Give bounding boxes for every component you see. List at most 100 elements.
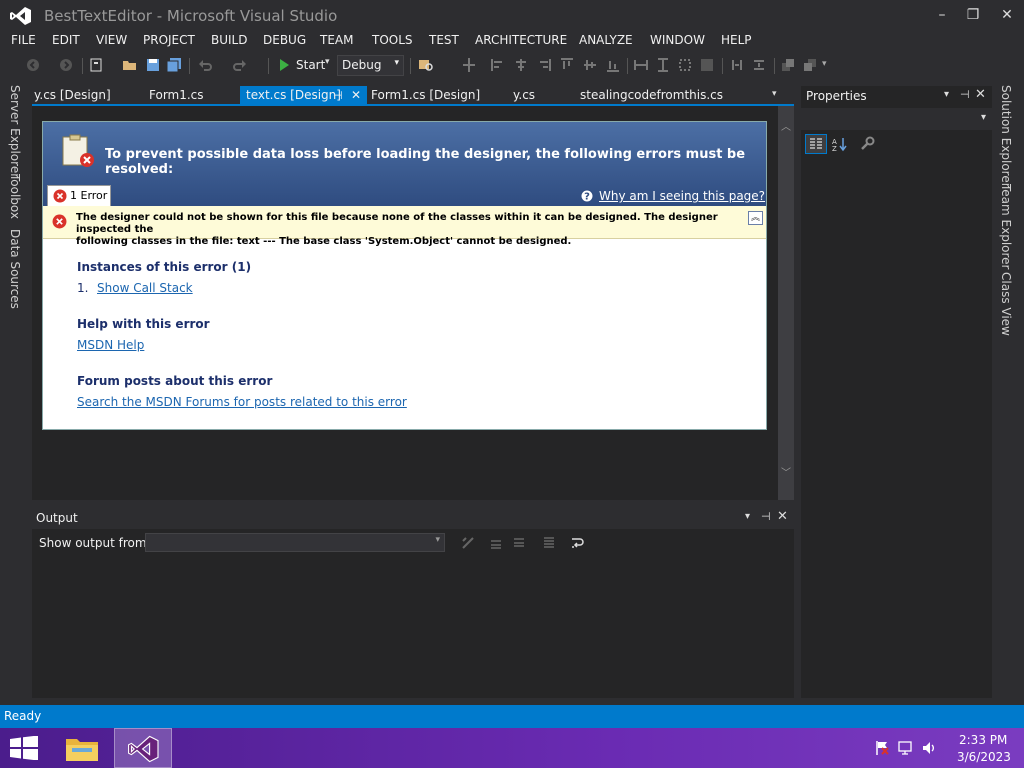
start-dropdown-arrow-icon[interactable]: ▾ [325, 57, 330, 67]
align-centers-icon[interactable] [513, 57, 529, 73]
start-button[interactable]: Start [296, 58, 325, 72]
redo-icon[interactable] [232, 57, 248, 73]
action-center-flag-icon[interactable] [874, 740, 890, 756]
close-panel-icon[interactable]: ✕ [777, 509, 788, 524]
panel-menu-icon[interactable]: ▾ [745, 511, 750, 522]
msdn-forums-link[interactable]: Search the MSDN Forums for posts related… [77, 395, 407, 409]
close-panel-icon[interactable]: ✕ [975, 87, 986, 102]
menu-analyze[interactable]: ANALYZE [579, 32, 633, 52]
volume-icon[interactable] [921, 740, 937, 756]
tab-form1-cs[interactable]: Form1.cs [143, 86, 237, 106]
horizontal-spacing-icon[interactable] [729, 57, 745, 73]
undo-icon[interactable] [197, 57, 213, 73]
menu-debug[interactable]: DEBUG [263, 32, 306, 52]
pin-icon[interactable]: ⊣ [761, 510, 771, 523]
tab-y-cs[interactable]: y.cs [507, 86, 572, 106]
navigate-forward-icon[interactable] [58, 57, 74, 73]
align-tops-icon[interactable] [559, 57, 575, 73]
menu-architecture[interactable]: ARCHITECTURE [475, 32, 567, 52]
taskbar-date[interactable]: 3/6/2023 [957, 750, 1011, 764]
menu-team[interactable]: TEAM [320, 32, 353, 52]
title-bar: BestTextEditor - Microsoft Visual Studio… [0, 0, 1024, 32]
bring-to-front-icon[interactable] [780, 57, 796, 73]
new-project-icon[interactable] [89, 57, 105, 73]
pin-icon[interactable]: ⊣ [333, 86, 343, 105]
minimize-button[interactable]: – [932, 5, 952, 25]
tab-stealingcodefromthis-cs[interactable]: stealingcodefromthis.cs [574, 86, 764, 106]
why-am-i-seeing-this-link[interactable]: Why am I seeing this page? [599, 189, 765, 203]
vertical-spacing-icon[interactable] [751, 57, 767, 73]
chevron-down-icon: ▾ [394, 58, 399, 68]
menu-help[interactable]: HELP [721, 32, 752, 52]
make-same-width-icon[interactable] [633, 57, 649, 73]
find-message-in-code-icon[interactable] [460, 535, 476, 551]
categorized-button[interactable] [805, 134, 827, 154]
align-rights-icon[interactable] [536, 57, 552, 73]
data-sources-tab[interactable]: Data Sources [8, 229, 22, 309]
tab-overflow-icon[interactable]: ▾ [772, 89, 777, 99]
designer-vertical-scrollbar[interactable]: ︿ ﹀ [778, 106, 794, 500]
visual-studio-taskbar-button[interactable] [114, 728, 172, 768]
save-all-icon[interactable] [166, 57, 182, 73]
tab-y-cs-design[interactable]: y.cs [Design] [28, 86, 140, 106]
solution-configuration-select[interactable]: Debug ▾ [337, 55, 404, 76]
close-tab-icon[interactable]: ✕ [351, 86, 361, 105]
find-in-files-icon[interactable] [418, 57, 434, 73]
server-explorer-tab[interactable]: Server Explorer [8, 85, 22, 178]
open-file-icon[interactable] [122, 57, 138, 73]
align-middles-icon[interactable] [582, 57, 598, 73]
error-message-text: The designer could not be shown for this… [76, 212, 736, 248]
toggle-word-wrap-icon[interactable] [570, 535, 586, 551]
tab-form1-cs-design[interactable]: Form1.cs [Design] [365, 86, 505, 106]
menu-edit[interactable]: EDIT [52, 32, 80, 52]
windows-taskbar: 2:33 PM 3/6/2023 [0, 728, 1024, 768]
send-to-back-icon[interactable] [802, 57, 818, 73]
team-explorer-tab[interactable]: Team Explorer [999, 184, 1013, 270]
banner-message: To prevent possible data loss before loa… [105, 147, 746, 177]
file-explorer-taskbar-button[interactable] [57, 729, 107, 767]
menu-window[interactable]: WINDOW [650, 32, 705, 52]
show-output-from-select[interactable]: ▾ [145, 533, 445, 552]
save-icon[interactable] [145, 57, 161, 73]
clear-all-icon[interactable] [541, 535, 557, 551]
start-debugging-icon[interactable] [276, 57, 292, 73]
align-bottoms-icon[interactable] [605, 57, 621, 73]
show-call-stack-link[interactable]: Show Call Stack [97, 281, 193, 295]
previous-message-icon[interactable] [488, 535, 504, 551]
menu-tools[interactable]: TOOLS [372, 32, 413, 52]
align-to-grid-icon[interactable] [461, 57, 477, 73]
size-to-grid-icon[interactable] [677, 57, 693, 73]
navigate-back-icon[interactable] [25, 57, 41, 73]
align-lefts-icon[interactable] [490, 57, 506, 73]
error-count-tab[interactable]: 1 Error [47, 185, 111, 207]
object-selector[interactable]: ▾ [801, 108, 992, 130]
solution-explorer-tab[interactable]: Solution Explorer [999, 85, 1013, 188]
menu-view[interactable]: VIEW [96, 32, 127, 52]
make-same-size-icon[interactable] [699, 57, 715, 73]
menu-file[interactable]: FILE [11, 32, 36, 52]
class-view-tab[interactable]: Class View [999, 272, 1013, 336]
menu-test[interactable]: TEST [429, 32, 459, 52]
pin-icon[interactable]: ⊣ [960, 88, 970, 101]
taskbar-time[interactable]: 2:33 PM [959, 733, 1007, 747]
collapse-error-button[interactable]: ︽ [748, 211, 763, 225]
scroll-down-icon[interactable]: ﹀ [781, 464, 791, 479]
scroll-up-icon[interactable]: ︿ [781, 118, 791, 133]
alphabetical-sort-icon[interactable]: AZ [831, 136, 847, 152]
restore-button[interactable]: ❐ [963, 5, 983, 25]
make-same-height-icon[interactable] [655, 57, 671, 73]
panel-menu-icon[interactable]: ▾ [944, 89, 949, 100]
windows-start-icon[interactable] [10, 736, 38, 760]
property-pages-wrench-icon[interactable] [859, 136, 875, 152]
network-icon[interactable] [898, 740, 914, 756]
toolbar-overflow-icon[interactable]: ▾ [822, 59, 827, 69]
msdn-help-link[interactable]: MSDN Help [77, 338, 144, 352]
toolbox-tab[interactable]: Toolbox [8, 174, 22, 219]
menu-build[interactable]: BUILD [211, 32, 247, 52]
close-button[interactable]: ✕ [997, 5, 1017, 25]
tab-text-cs-design[interactable]: text.cs [Design] ⊣ ✕ [240, 86, 367, 106]
clipboard-error-icon [62, 134, 94, 167]
next-message-icon[interactable] [511, 535, 527, 551]
menu-project[interactable]: PROJECT [143, 32, 195, 52]
categorized-icon [810, 138, 822, 149]
